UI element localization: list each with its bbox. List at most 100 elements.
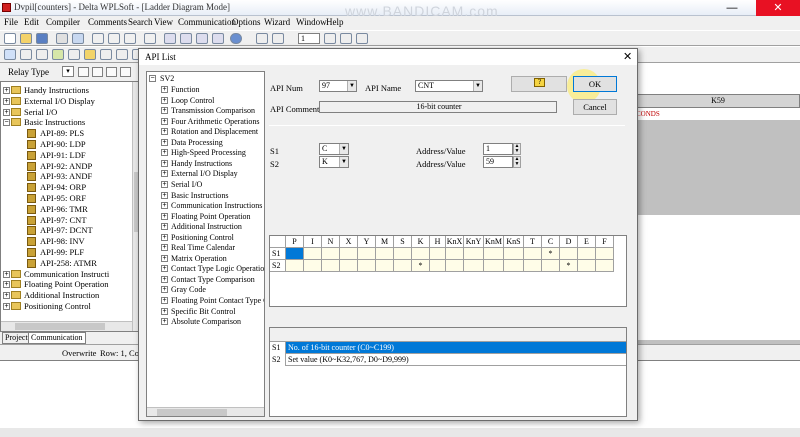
tab-communication[interactable]: Communication xyxy=(28,332,86,344)
copy-icon[interactable] xyxy=(108,33,120,44)
expand-icon[interactable]: + xyxy=(161,223,168,231)
monitor-icon[interactable] xyxy=(324,33,336,44)
grid-cell[interactable] xyxy=(412,248,430,260)
expand-icon[interactable]: + xyxy=(161,307,168,315)
grid-cell[interactable] xyxy=(504,260,524,272)
menu-file[interactable]: File xyxy=(4,17,18,27)
tree-horizontal-scrollbar[interactable] xyxy=(1,321,132,331)
step-input[interactable]: 1 xyxy=(298,33,320,44)
grid-cell[interactable] xyxy=(430,260,446,272)
expand-icon[interactable]: + xyxy=(161,244,168,252)
grid-cell[interactable] xyxy=(560,248,578,260)
grid-cell[interactable]: * xyxy=(560,260,578,272)
menu-window[interactable]: Window xyxy=(296,17,327,27)
grid-cell[interactable] xyxy=(286,248,304,260)
contact-nc-icon[interactable] xyxy=(92,67,103,77)
contact-no-icon[interactable] xyxy=(78,67,89,77)
grid-cell[interactable] xyxy=(376,260,394,272)
s1-device-dropdown[interactable]: C ▼ xyxy=(319,143,349,155)
stop-icon[interactable] xyxy=(340,33,352,44)
grid-cell[interactable] xyxy=(464,260,484,272)
expand-icon[interactable]: + xyxy=(161,159,168,167)
grid-cell[interactable] xyxy=(596,260,614,272)
grid-cell[interactable] xyxy=(394,248,412,260)
grid-cell[interactable]: * xyxy=(412,260,430,272)
open-file-icon[interactable] xyxy=(20,33,32,44)
menu-communication[interactable]: Communication xyxy=(178,17,236,27)
description-row-s1[interactable]: S1 No. of 16-bit counter (C0~C199) xyxy=(270,342,626,354)
dialog-close-button[interactable]: ✕ xyxy=(623,50,632,63)
expand-icon[interactable]: + xyxy=(161,96,168,104)
grid-cell[interactable] xyxy=(304,248,322,260)
grid-cell[interactable] xyxy=(596,248,614,260)
function-block-icon[interactable] xyxy=(120,67,131,77)
menu-wizard[interactable]: Wizard xyxy=(264,17,290,27)
coil-icon[interactable] xyxy=(106,67,117,77)
s1-address-input[interactable]: 1 xyxy=(483,143,513,155)
expand-icon[interactable]: + xyxy=(161,107,168,115)
print-icon[interactable] xyxy=(56,33,68,44)
expand-icon[interactable]: + xyxy=(161,297,168,304)
sfc-icon[interactable] xyxy=(52,49,64,60)
expand-icon[interactable]: + xyxy=(161,170,168,178)
k-constant-cell[interactable]: K59 xyxy=(636,94,800,108)
run-icon[interactable] xyxy=(356,33,368,44)
collapse-icon[interactable]: − xyxy=(3,119,10,127)
api-tree-horizontal-scrollbar[interactable] xyxy=(147,407,264,416)
cut-icon[interactable] xyxy=(92,33,104,44)
expand-icon[interactable]: + xyxy=(161,149,168,157)
menu-compiler[interactable]: Compiler xyxy=(46,17,80,27)
grid-cell[interactable] xyxy=(484,260,504,272)
grid-cell[interactable] xyxy=(430,248,446,260)
expand-icon[interactable]: + xyxy=(161,138,168,146)
ladder-mode-icon[interactable] xyxy=(4,49,16,60)
expand-icon[interactable]: + xyxy=(161,254,168,262)
expand-icon[interactable]: + xyxy=(3,292,10,300)
comment-icon[interactable] xyxy=(116,49,128,60)
api-num-dropdown[interactable]: 97 ▼ xyxy=(319,80,357,92)
expand-icon[interactable]: + xyxy=(161,180,168,188)
menu-search[interactable]: Search xyxy=(128,17,153,27)
expand-icon[interactable]: + xyxy=(161,275,168,283)
scrollbar-thumb[interactable] xyxy=(15,323,105,330)
step-next-icon[interactable] xyxy=(272,33,284,44)
grid-cell[interactable] xyxy=(446,248,464,260)
list-icon[interactable] xyxy=(36,49,48,60)
grid-cell[interactable] xyxy=(484,248,504,260)
grid-cell[interactable]: * xyxy=(542,248,560,260)
relay-type-dropdown[interactable]: ▾ xyxy=(62,66,74,77)
save-icon[interactable] xyxy=(36,33,48,44)
grid-cell[interactable] xyxy=(464,248,484,260)
api-name-dropdown[interactable]: CNT ▼ xyxy=(415,80,483,92)
grid-cell[interactable] xyxy=(524,260,542,272)
s2-address-input[interactable]: 59 xyxy=(483,156,513,168)
collapse-icon[interactable]: − xyxy=(149,75,156,82)
grid-cell[interactable] xyxy=(340,260,358,272)
grid-cell[interactable] xyxy=(322,248,340,260)
ok-button[interactable]: OK xyxy=(573,76,617,92)
expand-icon[interactable]: + xyxy=(161,86,168,93)
s1-spinner[interactable]: ▲ ▼ xyxy=(513,143,521,155)
preview-icon[interactable] xyxy=(72,33,84,44)
expand-icon[interactable]: + xyxy=(161,128,168,136)
device-icon[interactable] xyxy=(100,49,112,60)
s2-spinner[interactable]: ▲ ▼ xyxy=(513,156,521,168)
expand-icon[interactable]: + xyxy=(3,97,10,105)
window-close-button[interactable]: ✕ xyxy=(756,0,800,16)
expand-icon[interactable]: + xyxy=(3,87,10,94)
grid-cell[interactable] xyxy=(304,260,322,272)
minimize-button[interactable]: — xyxy=(720,0,744,16)
paste-icon[interactable] xyxy=(124,33,136,44)
find-icon[interactable] xyxy=(164,33,176,44)
scrollbar-thumb[interactable] xyxy=(157,409,227,416)
zoom-in-icon[interactable] xyxy=(180,33,192,44)
menu-help[interactable]: Help xyxy=(326,17,344,27)
expand-icon[interactable]: + xyxy=(161,117,168,125)
zoom-fit-icon[interactable] xyxy=(212,33,224,44)
grid-cell[interactable] xyxy=(394,260,412,272)
grid-cell[interactable] xyxy=(578,260,596,272)
instruction-icon[interactable] xyxy=(68,49,80,60)
tab-project[interactable]: Project xyxy=(2,332,31,344)
api-list-icon[interactable] xyxy=(84,49,96,60)
menu-view[interactable]: View xyxy=(154,17,173,27)
